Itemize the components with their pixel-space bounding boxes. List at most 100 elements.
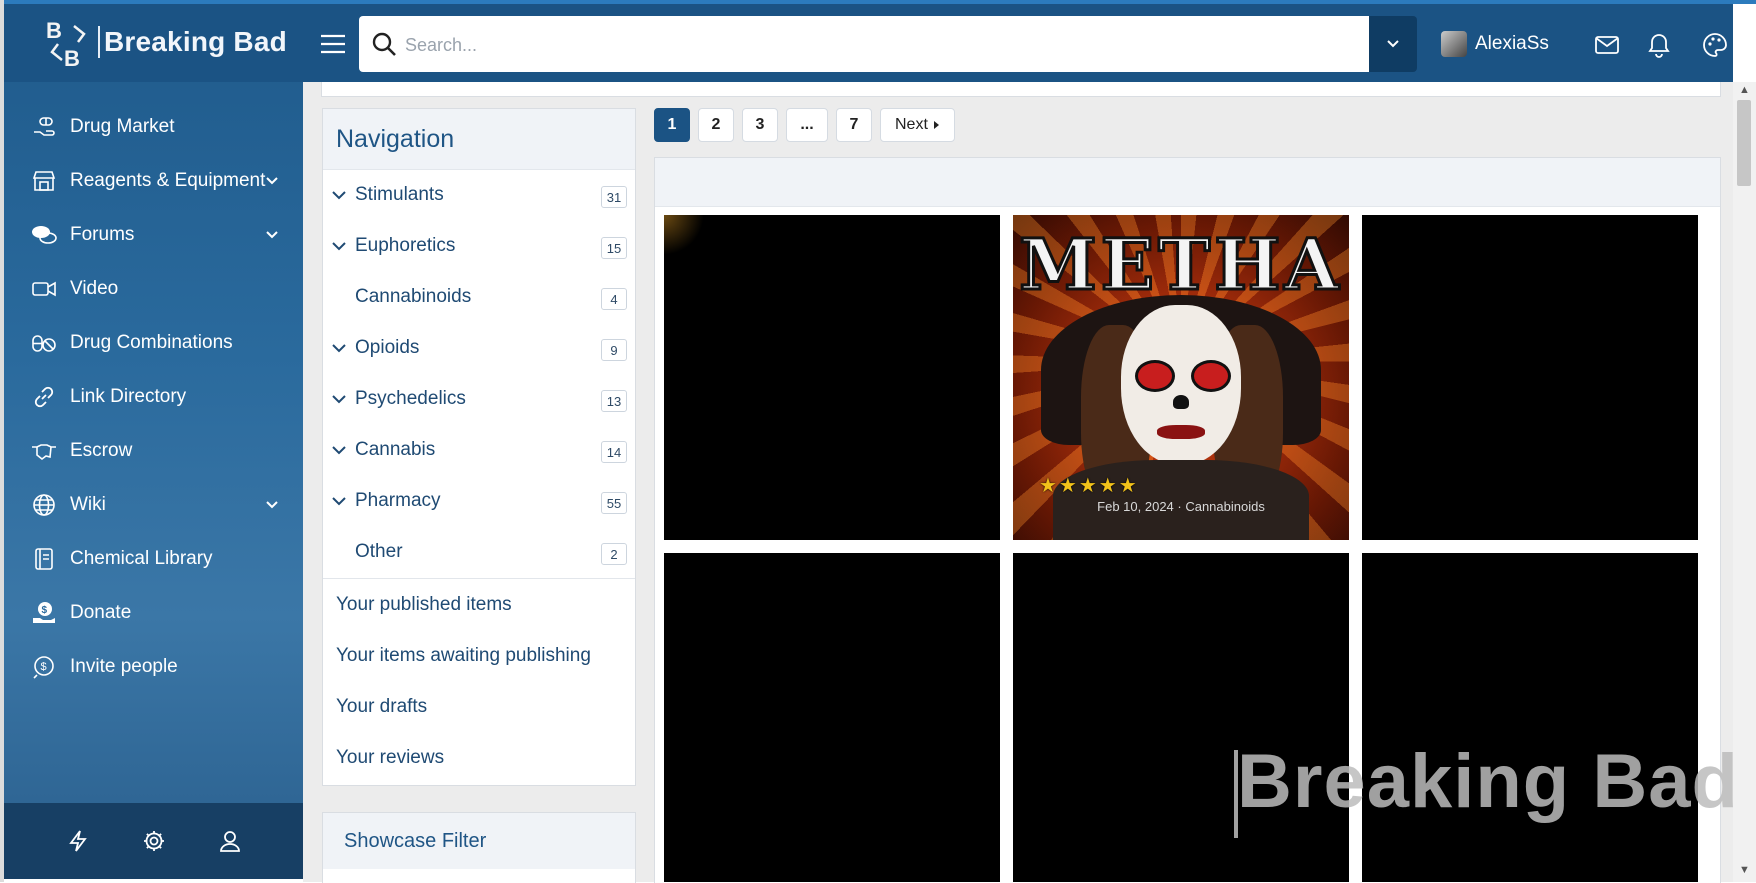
page-button-3[interactable]: 3 xyxy=(742,108,778,142)
sidebar-item-label: Chemical Library xyxy=(70,548,213,569)
avatar xyxy=(1441,31,1467,57)
chevron-down-icon[interactable] xyxy=(332,239,346,253)
sidebar-item-label: Donate xyxy=(70,602,132,623)
pills-hand-icon xyxy=(30,113,58,141)
hamburger-menu-icon[interactable] xyxy=(321,34,345,54)
gear-icon[interactable] xyxy=(140,827,168,855)
sidebar-item-drug-combinations[interactable]: Drug Combinations xyxy=(4,316,303,370)
category-name: Stimulants xyxy=(355,184,444,205)
svg-text:$: $ xyxy=(42,605,48,616)
scroll-up-arrow-icon[interactable]: ▲ xyxy=(1739,84,1750,96)
chevron-down-icon[interactable] xyxy=(332,392,346,406)
sidebar-item-invite-people[interactable]: $ Invite people xyxy=(4,640,303,694)
user-menu[interactable]: AlexiaSs xyxy=(1441,31,1549,57)
link-awaiting-publishing[interactable]: Your items awaiting publishing xyxy=(323,630,635,681)
showcase-item-tile[interactable] xyxy=(1362,215,1698,540)
showcase-item-tile[interactable] xyxy=(664,215,1000,540)
page-button-1[interactable]: 1 xyxy=(654,108,690,142)
category-euphoretics[interactable]: Euphoretics 15 xyxy=(323,221,635,272)
rating-stars: ★★★★★ xyxy=(1039,475,1139,497)
sidebar-item-chemical-library[interactable]: Chemical Library xyxy=(4,532,303,586)
sidebar-item-wiki[interactable]: Wiki xyxy=(4,478,303,532)
search-input[interactable] xyxy=(403,26,1357,64)
palette-icon[interactable] xyxy=(1702,32,1728,58)
category-name: Opioids xyxy=(355,337,420,358)
link-reviews[interactable]: Your reviews xyxy=(323,732,635,783)
chevron-down-icon[interactable] xyxy=(332,494,346,508)
sidebar-item-drug-market[interactable]: Drug Market xyxy=(4,100,303,154)
brand-name[interactable]: Breaking Bad xyxy=(104,26,287,58)
showcase-filter-title[interactable]: Showcase Filter xyxy=(323,813,635,869)
chevron-down-icon[interactable] xyxy=(332,443,346,457)
next-page-button[interactable]: Next xyxy=(880,108,955,142)
link-drafts[interactable]: Your drafts xyxy=(323,681,635,732)
video-camera-icon xyxy=(30,275,58,303)
sidebar-item-label: Reagents & Equipment xyxy=(70,170,266,191)
category-cannabinoids[interactable]: Cannabinoids 4 xyxy=(323,272,635,323)
svg-text:$: $ xyxy=(41,661,47,673)
page-button-2[interactable]: 2 xyxy=(698,108,734,142)
category-psychedelics[interactable]: Psychedelics 13 xyxy=(323,374,635,425)
chevron-down-icon[interactable] xyxy=(332,341,346,355)
book-icon xyxy=(30,545,58,573)
showcase-item-tile-featured[interactable]: METHA ★★★★★ Feb 10, 2024 · Cannabinoids xyxy=(1013,215,1349,540)
sidebar-item-link-directory[interactable]: Link Directory xyxy=(4,370,303,424)
svg-text:B: B xyxy=(46,18,62,43)
sidebar-item-label: Wiki xyxy=(70,494,106,515)
envelope-icon[interactable] xyxy=(1594,32,1620,58)
item-meta: Feb 10, 2024 · Cannabinoids xyxy=(1097,499,1265,514)
category-name: Euphoretics xyxy=(355,235,456,256)
chevron-down-icon[interactable] xyxy=(263,172,281,190)
sidebar-item-label: Link Directory xyxy=(70,386,187,407)
bell-icon[interactable] xyxy=(1646,32,1672,58)
category-count: 9 xyxy=(601,339,627,361)
caret-right-icon xyxy=(933,121,939,129)
category-name: Cannabinoids xyxy=(355,286,472,307)
category-count: 2 xyxy=(601,543,627,565)
category-stimulants[interactable]: Stimulants 31 xyxy=(323,170,635,221)
scrollbar-thumb[interactable] xyxy=(1737,100,1751,186)
page-scrollbar[interactable]: ▲ ▼ xyxy=(1733,82,1756,882)
chevron-down-icon[interactable] xyxy=(332,188,346,202)
pill-capsule-icon xyxy=(30,329,58,357)
showcase-filter-panel: Showcase Filter xyxy=(322,812,636,883)
search-box xyxy=(359,16,1369,72)
sidebar-item-label: Video xyxy=(70,278,119,299)
top-header: AlexiaSs xyxy=(303,4,1733,82)
sidebar-item-forums[interactable]: Forums xyxy=(4,208,303,262)
sidebar-item-donate[interactable]: $ Donate xyxy=(4,586,303,640)
chevron-down-icon[interactable] xyxy=(263,226,281,244)
page-ellipsis-button[interactable]: ... xyxy=(786,108,828,142)
link-published-items[interactable]: Your published items xyxy=(323,579,635,630)
category-count: 4 xyxy=(601,288,627,310)
scroll-down-arrow-icon[interactable]: ▼ xyxy=(1739,864,1750,876)
svg-text:B: B xyxy=(64,46,80,70)
tile-art-nose xyxy=(1173,395,1189,409)
category-opioids[interactable]: Opioids 9 xyxy=(323,323,635,374)
bolt-icon[interactable] xyxy=(64,827,92,855)
comments-icon xyxy=(30,221,58,249)
category-pharmacy[interactable]: Pharmacy 55 xyxy=(323,476,635,527)
globe-icon xyxy=(30,491,58,519)
sidebar-item-video[interactable]: Video xyxy=(4,262,303,316)
pagination: 1 2 3 ... 7 Next xyxy=(654,108,955,142)
showcase-item-tile[interactable] xyxy=(1362,553,1698,882)
category-other[interactable]: Other 2 xyxy=(323,527,635,578)
search-options-button[interactable] xyxy=(1369,16,1417,72)
category-count: 55 xyxy=(601,492,627,514)
page-button-7[interactable]: 7 xyxy=(836,108,872,142)
showcase-item-tile[interactable] xyxy=(664,553,1000,882)
logo-separator xyxy=(98,26,100,58)
category-count: 14 xyxy=(601,441,627,463)
logo-icon[interactable]: B B xyxy=(44,16,94,70)
user-icon[interactable] xyxy=(216,827,244,855)
sidebar-item-escrow[interactable]: Escrow xyxy=(4,424,303,478)
chevron-down-icon[interactable] xyxy=(263,496,281,514)
category-count: 13 xyxy=(601,390,627,412)
sidebar-item-label: Escrow xyxy=(70,440,133,461)
showcase-item-tile[interactable] xyxy=(1013,553,1349,882)
category-cannabis[interactable]: Cannabis 14 xyxy=(323,425,635,476)
sidebar-item-label: Drug Combinations xyxy=(70,332,233,353)
search-icon[interactable] xyxy=(371,31,397,57)
sidebar-item-reagents-equipment[interactable]: Reagents & Equipment xyxy=(4,154,303,208)
